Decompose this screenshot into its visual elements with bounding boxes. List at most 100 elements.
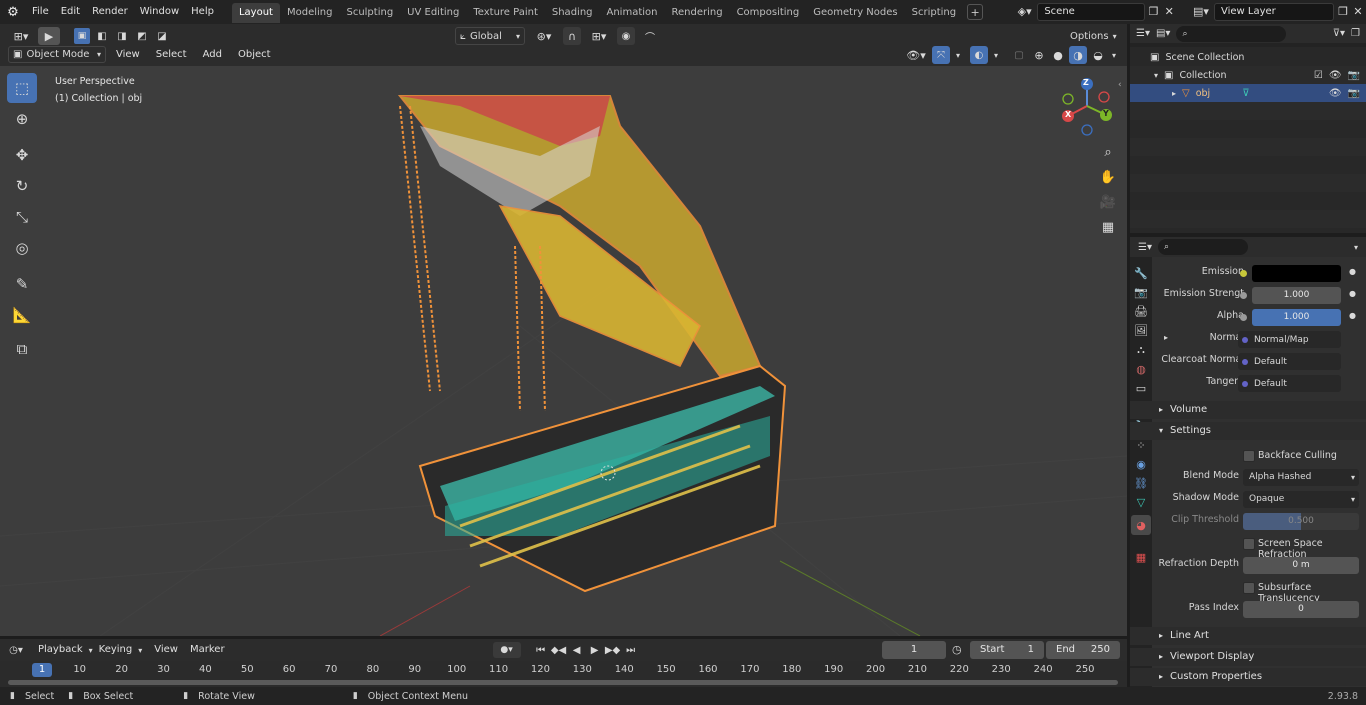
visibility-filter-icon[interactable]: 👁▾: [903, 46, 929, 64]
options-dropdown[interactable]: Options ▾: [1070, 27, 1124, 45]
viewport-menu-select[interactable]: Select: [150, 46, 193, 63]
auto-keying-icon[interactable]: ●▾: [492, 642, 521, 658]
workspace-tab-uv-editing[interactable]: UV Editing: [400, 3, 466, 23]
exclude-checkbox-icon[interactable]: ☑: [1314, 70, 1323, 81]
annotate-tool-icon[interactable]: ✎: [7, 269, 37, 299]
backface-culling-checkbox[interactable]: [1243, 450, 1255, 462]
timeline-menu-marker[interactable]: Marker: [184, 639, 231, 661]
chevron-down-icon[interactable]: ▾: [1154, 71, 1158, 80]
emission-strength-field[interactable]: 1.000: [1252, 287, 1341, 304]
remove-scene-icon[interactable]: ✕: [1162, 5, 1176, 18]
visibility-eye-icon[interactable]: 👁: [1329, 70, 1342, 81]
select-subtract-mode-icon[interactable]: ◨: [114, 28, 130, 44]
select-box-tool-icon[interactable]: ⬚: [7, 73, 37, 103]
workspace-tab-texture-paint[interactable]: Texture Paint: [466, 3, 545, 23]
editor-type-icon[interactable]: ⊞▾: [8, 27, 34, 45]
viewport-display-panel-header[interactable]: ▸ Viewport Display: [1130, 648, 1366, 666]
cursor-tool-icon[interactable]: ⊕: [7, 104, 37, 134]
frame-ruler[interactable]: 1 10 20 30 40 50 60 70 80 90 100 110 120 130 140 150 160…: [0, 661, 1127, 687]
viewport-menu-view[interactable]: View: [110, 46, 146, 63]
end-frame-field[interactable]: End 250: [1046, 641, 1120, 659]
workspace-tab-modeling[interactable]: Modeling: [280, 3, 340, 23]
custom-properties-panel-header[interactable]: ▸ Custom Properties: [1130, 668, 1366, 686]
material-preview-shading-icon[interactable]: ◑: [1069, 46, 1087, 64]
view-layer-name-field[interactable]: View Layer: [1214, 2, 1334, 21]
select-extend-mode-icon[interactable]: ◧: [94, 28, 110, 44]
wireframe-shading-icon[interactable]: ⊕: [1031, 46, 1047, 64]
start-frame-field[interactable]: Start 1: [970, 641, 1044, 659]
filter-icon[interactable]: ⊽▾: [1333, 28, 1345, 39]
workspace-tab-rendering[interactable]: Rendering: [664, 3, 729, 23]
new-view-layer-icon[interactable]: ❐: [1334, 5, 1352, 18]
subsurface-translucency-checkbox[interactable]: [1243, 582, 1255, 594]
clearcoat-normal-field[interactable]: Default: [1238, 353, 1341, 370]
settings-panel-header[interactable]: ▾ Settings: [1130, 422, 1366, 440]
crane-model[interactable]: [397, 95, 787, 593]
falloff-icon[interactable]: ⌒: [641, 27, 659, 45]
rendered-shading-icon[interactable]: ◒: [1090, 46, 1106, 64]
play-reverse-icon[interactable]: ◀: [569, 645, 585, 656]
shadow-mode-dropdown[interactable]: Opaque ▾: [1243, 491, 1359, 508]
refraction-depth-field[interactable]: 0 m: [1243, 557, 1359, 574]
ortho-toggle-icon[interactable]: ▦: [1097, 216, 1119, 238]
transform-tool-icon[interactable]: ◎: [7, 233, 37, 263]
overlays-toggle-icon[interactable]: ◐: [970, 46, 988, 64]
menu-window[interactable]: Window: [134, 0, 185, 24]
timeline-editor-icon[interactable]: ◷▾: [0, 645, 32, 656]
tangent-field[interactable]: Default: [1238, 375, 1341, 392]
menu-file[interactable]: File: [26, 0, 55, 24]
workspace-tab-compositing[interactable]: Compositing: [730, 3, 807, 23]
prev-keyframe-icon[interactable]: ◆◀: [551, 645, 567, 656]
snap-target-icon[interactable]: ⊞▾: [587, 27, 611, 45]
visibility-eye-icon[interactable]: 👁: [1329, 88, 1342, 99]
add-cube-tool-icon[interactable]: ⧉: [7, 334, 37, 364]
properties-search-input[interactable]: ⌕: [1157, 239, 1248, 255]
render-camera-icon[interactable]: 📷: [1348, 88, 1360, 99]
mode-dropdown[interactable]: ▣ Object Mode ▾: [8, 46, 106, 63]
snap-icon[interactable]: ∩: [563, 27, 581, 45]
rotate-tool-icon[interactable]: ↻: [7, 171, 37, 201]
zoom-icon[interactable]: ⌕: [1097, 141, 1119, 163]
chevron-right-icon[interactable]: ▸: [1172, 89, 1176, 98]
new-collection-icon[interactable]: ❐: [1351, 28, 1360, 39]
timeline-menu-keying[interactable]: Keying: [93, 639, 139, 661]
sidebar-toggle-icon[interactable]: ‹: [1118, 80, 1122, 90]
select-difference-mode-icon[interactable]: ◩: [134, 28, 150, 44]
jump-end-icon[interactable]: ⏭: [623, 645, 639, 656]
workspace-tab-geometry-nodes[interactable]: Geometry Nodes: [806, 3, 904, 23]
keyframe-dot-icon[interactable]: ●: [1349, 289, 1356, 298]
preview-range-clock-icon[interactable]: ◷: [952, 643, 962, 656]
blend-mode-dropdown[interactable]: Alpha Hashed ▾: [1243, 469, 1359, 486]
workspace-tab-scripting[interactable]: Scripting: [905, 3, 963, 23]
play-icon[interactable]: ▶: [587, 645, 603, 656]
add-workspace-icon[interactable]: +: [967, 4, 984, 20]
outliner-search-input[interactable]: ⌕: [1176, 25, 1287, 42]
scale-tool-icon[interactable]: ⤡: [7, 202, 37, 232]
chevron-right-icon[interactable]: ▸: [1164, 333, 1168, 342]
solid-shading-icon[interactable]: ●: [1050, 46, 1066, 64]
transform-orientation-dropdown[interactable]: ⟀ Global ▾: [455, 27, 525, 45]
chevron-down-icon[interactable]: ▾: [1354, 243, 1358, 252]
new-scene-icon[interactable]: ❐: [1145, 5, 1163, 18]
workspace-tab-animation[interactable]: Animation: [600, 3, 665, 23]
outliner-editor-icon[interactable]: ☰▾: [1136, 28, 1150, 39]
clip-threshold-slider[interactable]: 0.500: [1243, 513, 1359, 530]
menu-edit[interactable]: Edit: [55, 0, 86, 24]
chevron-down-icon[interactable]: ▾: [991, 51, 1001, 60]
timeline-scrollbar[interactable]: [8, 680, 1118, 685]
pan-hand-icon[interactable]: ✋: [1097, 166, 1119, 188]
render-camera-icon[interactable]: 📷: [1348, 70, 1360, 81]
menu-render[interactable]: Render: [86, 0, 134, 24]
outliner-row-obj[interactable]: ▸ ▽ obj ⊽ 👁 📷: [1130, 84, 1366, 102]
timeline-menu-view[interactable]: View: [148, 639, 184, 661]
workspace-tab-shading[interactable]: Shading: [545, 3, 600, 23]
timeline-menu-playback[interactable]: Playback: [32, 639, 89, 661]
3d-viewport[interactable]: User Perspective (1) Collection | obj ⬚ …: [0, 66, 1127, 636]
normal-input-field[interactable]: Normal/Map: [1238, 331, 1341, 348]
blender-logo-icon[interactable]: ⚙: [0, 5, 26, 20]
measure-tool-icon[interactable]: 📐: [7, 300, 37, 330]
select-tool-icon[interactable]: ▶: [38, 27, 60, 45]
volume-panel-header[interactable]: ▸ Volume: [1130, 401, 1366, 419]
select-new-mode-icon[interactable]: ▣: [74, 28, 90, 44]
select-intersect-mode-icon[interactable]: ◪: [154, 28, 170, 44]
